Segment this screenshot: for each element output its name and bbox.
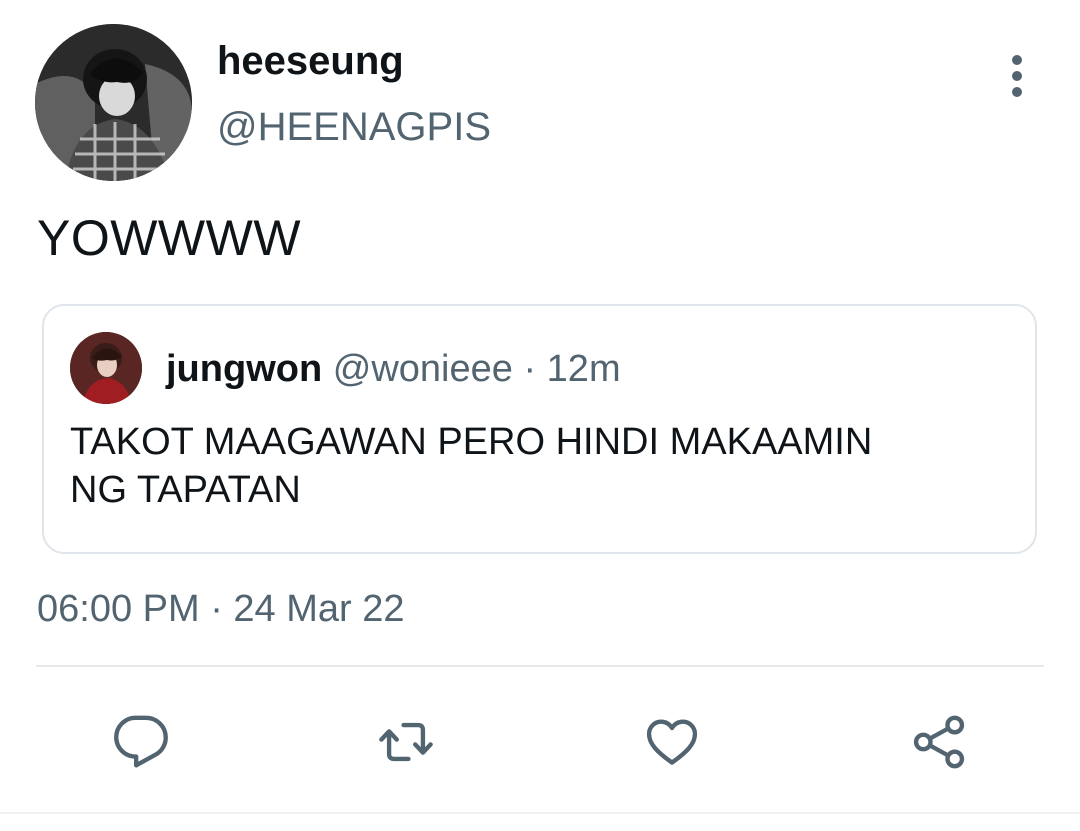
quoted-tweet-text: TAKOT MAAGAWAN PERO HINDI MAKAAMIN NG TA… — [70, 421, 873, 511]
divider — [36, 665, 1044, 667]
quoted-author-handle[interactable]: @wonieee — [333, 348, 513, 390]
quoted-header-separator: · — [523, 348, 537, 390]
more-options-button[interactable] — [996, 50, 1038, 102]
retweet-button[interactable] — [374, 710, 438, 774]
quoted-tweet-header: jungwon @wonieee · 12m — [166, 346, 621, 392]
tweet-detail: heeseung @HEENAGPIS YOWWWW jungwon @woni… — [0, 0, 1080, 831]
share-button[interactable] — [907, 710, 971, 774]
vertical-ellipsis-icon — [1012, 55, 1022, 97]
author-avatar[interactable] — [35, 24, 192, 181]
like-button[interactable] — [640, 710, 704, 774]
bottom-divider — [0, 812, 1080, 814]
author-avatar-image — [35, 24, 192, 181]
reply-button[interactable] — [109, 710, 173, 774]
author-display-name[interactable]: heeseung — [217, 38, 404, 84]
retweet-icon — [379, 722, 433, 762]
heart-icon — [646, 719, 698, 765]
quoted-author-avatar[interactable] — [70, 332, 142, 404]
quoted-tweet-time[interactable]: 12m — [547, 348, 621, 390]
quoted-author-display-name[interactable]: jungwon — [166, 348, 322, 390]
tweet-text: YOWWWW — [37, 210, 302, 266]
share-icon — [913, 715, 965, 769]
author-handle[interactable]: @HEENAGPIS — [217, 104, 491, 150]
quoted-author-avatar-image — [70, 332, 142, 404]
tweet-timestamp[interactable]: 06:00 PM · 24 Mar 22 — [37, 586, 405, 632]
reply-icon — [114, 715, 168, 768]
quoted-tweet-card[interactable]: jungwon @wonieee · 12m TAKOT MAAGAWAN PE… — [42, 304, 1037, 554]
